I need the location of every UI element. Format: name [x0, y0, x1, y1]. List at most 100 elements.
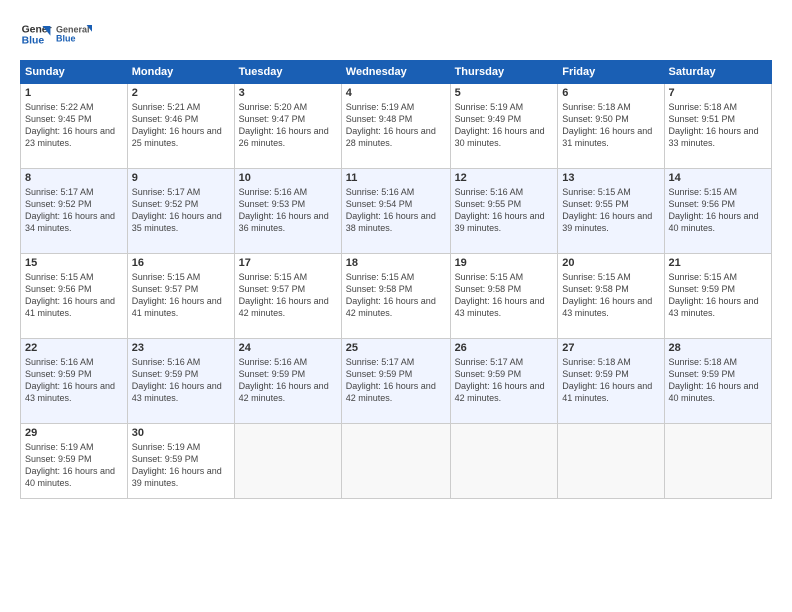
day-number: 3 — [239, 87, 337, 99]
calendar-cell: 25 Sunrise: 5:17 AMSunset: 9:59 PMDayligh… — [341, 339, 450, 424]
calendar-cell: 30 Sunrise: 5:19 AMSunset: 9:59 PMDayligh… — [127, 424, 234, 499]
calendar-cell: 26Sunrise: 5:17 AMSunset: 9:59 PMDayligh… — [450, 339, 558, 424]
day-number: 25 — [346, 342, 446, 354]
calendar-cell: 6Sunrise: 5:18 AMSunset: 9:50 PMDaylight… — [558, 84, 664, 169]
day-number: 19 — [455, 257, 554, 269]
calendar-cell — [341, 424, 450, 499]
calendar-cell: 20 Sunrise: 5:15 AMSunset: 9:58 PMDayligh… — [558, 254, 664, 339]
calendar-cell: 23 Sunrise: 5:16 AMSunset: 9:59 PMDayligh… — [127, 339, 234, 424]
calendar-cell: 1 Sunrise: 5:22 AMSunset: 9:45 PMDaylight… — [21, 84, 128, 169]
weekday-header-wednesday: Wednesday — [341, 61, 450, 84]
calendar-week-1: 1 Sunrise: 5:22 AMSunset: 9:45 PMDaylight… — [21, 84, 772, 169]
day-info: Sunrise: 5:15 AMSunset: 9:57 PMDaylight:… — [132, 271, 230, 320]
day-info: Sunrise: 5:15 AMSunset: 9:58 PMDaylight:… — [346, 271, 446, 320]
day-info: Sunrise: 5:18 AMSunset: 9:59 PMDaylight:… — [562, 356, 659, 405]
day-number: 1 — [25, 87, 123, 99]
calendar-week-2: 8 Sunrise: 5:17 AMSunset: 9:52 PMDaylight… — [21, 169, 772, 254]
day-number: 14 — [669, 172, 767, 184]
day-number: 30 — [132, 427, 230, 439]
calendar-cell: 10 Sunrise: 5:16 AMSunset: 9:53 PMDayligh… — [234, 169, 341, 254]
calendar-cell: 8 Sunrise: 5:17 AMSunset: 9:52 PMDaylight… — [21, 169, 128, 254]
day-info: Sunrise: 5:22 AMSunset: 9:45 PMDaylight:… — [25, 101, 123, 150]
calendar-cell: 13Sunrise: 5:15 AMSunset: 9:55 PMDayligh… — [558, 169, 664, 254]
calendar-week-5: 29 Sunrise: 5:19 AMSunset: 9:59 PMDayligh… — [21, 424, 772, 499]
weekday-header-monday: Monday — [127, 61, 234, 84]
day-info: Sunrise: 5:19 AMSunset: 9:59 PMDaylight:… — [25, 441, 123, 490]
calendar-cell: 29 Sunrise: 5:19 AMSunset: 9:59 PMDayligh… — [21, 424, 128, 499]
calendar-cell: 15 Sunrise: 5:15 AMSunset: 9:56 PMDayligh… — [21, 254, 128, 339]
calendar-cell: 12Sunrise: 5:16 AMSunset: 9:55 PMDayligh… — [450, 169, 558, 254]
day-number: 7 — [669, 87, 767, 99]
day-number: 13 — [562, 172, 659, 184]
day-number: 11 — [346, 172, 446, 184]
day-info: Sunrise: 5:16 AMSunset: 9:54 PMDaylight:… — [346, 186, 446, 235]
day-info: Sunrise: 5:18 AMSunset: 9:59 PMDaylight:… — [669, 356, 767, 405]
day-number: 21 — [669, 257, 767, 269]
logo-graphic: General Blue — [56, 16, 92, 52]
day-info: Sunrise: 5:16 AMSunset: 9:55 PMDaylight:… — [455, 186, 554, 235]
day-info: Sunrise: 5:15 AMSunset: 9:59 PMDaylight:… — [669, 271, 767, 320]
calendar-cell — [558, 424, 664, 499]
weekday-header-saturday: Saturday — [664, 61, 771, 84]
calendar-page: General Blue General Blue Sunda — [0, 0, 792, 612]
day-number: 2 — [132, 87, 230, 99]
calendar-cell: 14Sunrise: 5:15 AMSunset: 9:56 PMDayligh… — [664, 169, 771, 254]
day-info: Sunrise: 5:16 AMSunset: 9:53 PMDaylight:… — [239, 186, 337, 235]
day-info: Sunrise: 5:15 AMSunset: 9:57 PMDaylight:… — [239, 271, 337, 320]
day-info: Sunrise: 5:16 AMSunset: 9:59 PMDaylight:… — [132, 356, 230, 405]
day-number: 10 — [239, 172, 337, 184]
day-number: 5 — [455, 87, 554, 99]
day-number: 9 — [132, 172, 230, 184]
logo-icon: General Blue — [20, 18, 52, 50]
day-number: 4 — [346, 87, 446, 99]
weekday-header-tuesday: Tuesday — [234, 61, 341, 84]
day-number: 27 — [562, 342, 659, 354]
calendar-cell: 9 Sunrise: 5:17 AMSunset: 9:52 PMDaylight… — [127, 169, 234, 254]
day-info: Sunrise: 5:17 AMSunset: 9:52 PMDaylight:… — [132, 186, 230, 235]
calendar-cell: 2 Sunrise: 5:21 AMSunset: 9:46 PMDaylight… — [127, 84, 234, 169]
day-number: 29 — [25, 427, 123, 439]
day-number: 28 — [669, 342, 767, 354]
day-number: 20 — [562, 257, 659, 269]
day-info: Sunrise: 5:17 AMSunset: 9:59 PMDaylight:… — [455, 356, 554, 405]
calendar-cell: 22Sunrise: 5:16 AMSunset: 9:59 PMDayligh… — [21, 339, 128, 424]
weekday-header-thursday: Thursday — [450, 61, 558, 84]
day-info: Sunrise: 5:21 AMSunset: 9:46 PMDaylight:… — [132, 101, 230, 150]
svg-text:General: General — [56, 25, 90, 35]
calendar-cell: 21 Sunrise: 5:15 AMSunset: 9:59 PMDayligh… — [664, 254, 771, 339]
day-info: Sunrise: 5:20 AMSunset: 9:47 PMDaylight:… — [239, 101, 337, 150]
calendar-cell — [664, 424, 771, 499]
calendar-week-4: 22Sunrise: 5:16 AMSunset: 9:59 PMDayligh… — [21, 339, 772, 424]
day-number: 6 — [562, 87, 659, 99]
day-number: 16 — [132, 257, 230, 269]
day-info: Sunrise: 5:17 AMSunset: 9:52 PMDaylight:… — [25, 186, 123, 235]
day-number: 15 — [25, 257, 123, 269]
day-number: 17 — [239, 257, 337, 269]
calendar-cell: 16 Sunrise: 5:15 AMSunset: 9:57 PMDayligh… — [127, 254, 234, 339]
day-number: 24 — [239, 342, 337, 354]
day-number: 8 — [25, 172, 123, 184]
day-info: Sunrise: 5:19 AMSunset: 9:49 PMDaylight:… — [455, 101, 554, 150]
calendar-cell: 5 Sunrise: 5:19 AMSunset: 9:49 PMDaylight… — [450, 84, 558, 169]
calendar-cell: 18 Sunrise: 5:15 AMSunset: 9:58 PMDayligh… — [341, 254, 450, 339]
day-info: Sunrise: 5:15 AMSunset: 9:58 PMDaylight:… — [562, 271, 659, 320]
day-info: Sunrise: 5:19 AMSunset: 9:59 PMDaylight:… — [132, 441, 230, 490]
day-info: Sunrise: 5:17 AMSunset: 9:59 PMDaylight:… — [346, 356, 446, 405]
weekday-header-friday: Friday — [558, 61, 664, 84]
calendar-cell: 3 Sunrise: 5:20 AMSunset: 9:47 PMDaylight… — [234, 84, 341, 169]
day-info: Sunrise: 5:15 AMSunset: 9:56 PMDaylight:… — [25, 271, 123, 320]
calendar-cell: 24 Sunrise: 5:16 AMSunset: 9:59 PMDayligh… — [234, 339, 341, 424]
day-info: Sunrise: 5:16 AMSunset: 9:59 PMDaylight:… — [25, 356, 123, 405]
day-info: Sunrise: 5:18 AMSunset: 9:51 PMDaylight:… — [669, 101, 767, 150]
day-info: Sunrise: 5:15 AMSunset: 9:58 PMDaylight:… — [455, 271, 554, 320]
day-info: Sunrise: 5:19 AMSunset: 9:48 PMDaylight:… — [346, 101, 446, 150]
calendar-cell — [234, 424, 341, 499]
calendar-cell: 7 Sunrise: 5:18 AMSunset: 9:51 PMDaylight… — [664, 84, 771, 169]
calendar-cell: 11 Sunrise: 5:16 AMSunset: 9:54 PMDayligh… — [341, 169, 450, 254]
calendar-week-3: 15 Sunrise: 5:15 AMSunset: 9:56 PMDayligh… — [21, 254, 772, 339]
day-number: 23 — [132, 342, 230, 354]
calendar-cell: 28 Sunrise: 5:18 AMSunset: 9:59 PMDayligh… — [664, 339, 771, 424]
day-info: Sunrise: 5:16 AMSunset: 9:59 PMDaylight:… — [239, 356, 337, 405]
weekday-header-row: SundayMondayTuesdayWednesdayThursdayFrid… — [21, 61, 772, 84]
day-number: 18 — [346, 257, 446, 269]
